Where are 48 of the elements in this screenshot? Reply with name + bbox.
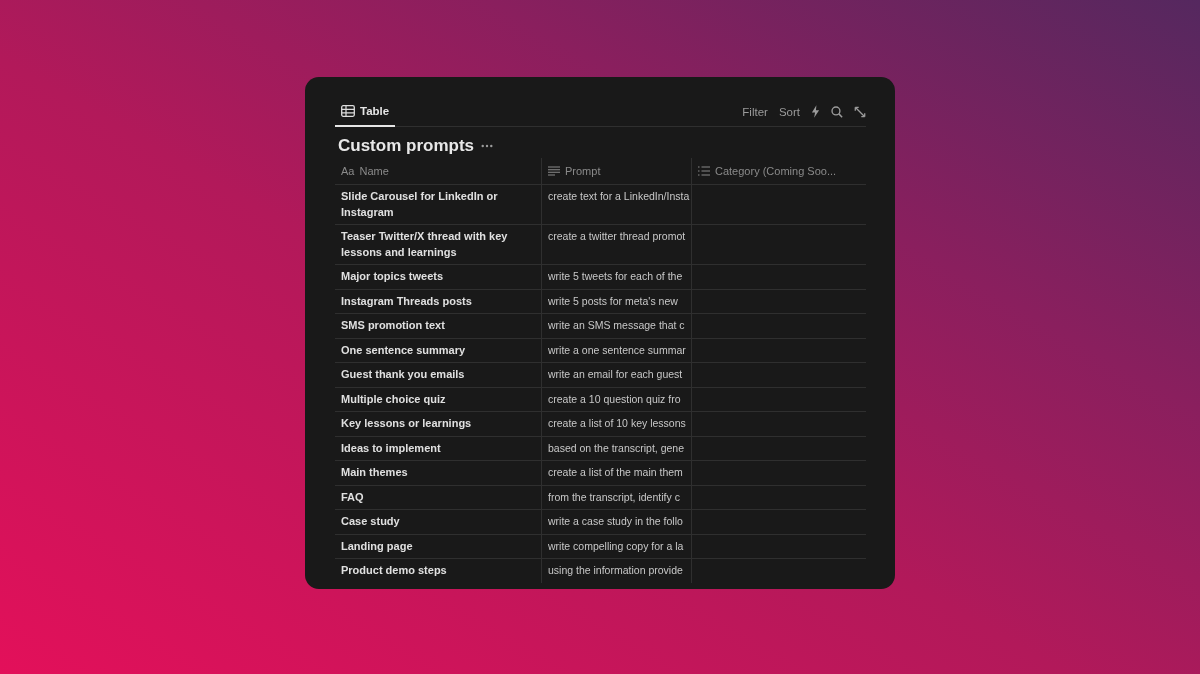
prompt-name[interactable]: Case study: [341, 514, 400, 530]
expand-icon[interactable]: [854, 105, 866, 118]
database-title: Custom prompts: [338, 136, 474, 156]
prompt-name[interactable]: Key lessons or learnings: [341, 416, 472, 432]
sort-button[interactable]: Sort: [778, 105, 800, 118]
search-icon[interactable]: [831, 105, 843, 118]
prompt-name[interactable]: Ideas to implement: [341, 440, 441, 456]
prompt-text: write 5 tweets for each of the: [548, 270, 683, 282]
view-tab[interactable]: Table: [335, 99, 396, 127]
prompt-name[interactable]: Teaser Twitter/X thread with key lessons and learnings: [341, 229, 535, 260]
prompt-name[interactable]: Main themes: [341, 465, 408, 481]
prompt-text: write a one sentence summar: [548, 343, 686, 356]
prompt-name[interactable]: Landing page: [341, 538, 413, 554]
filter-button[interactable]: Filter: [742, 105, 768, 118]
prompt-name[interactable]: SMS promotion text: [341, 318, 445, 334]
prompt-text: create a list of the main them: [548, 466, 683, 478]
table-icon: [341, 105, 355, 117]
title-property-label: Aa: [341, 165, 355, 177]
list-icon: [698, 166, 710, 176]
prompt-text: from the transcript, identify c: [548, 490, 680, 503]
lightning-icon[interactable]: [811, 105, 820, 118]
column-header[interactable]: Prompt: [541, 158, 691, 184]
prompt-text: write a case study in the follo: [548, 515, 683, 527]
prompt-name[interactable]: FAQ: [341, 489, 364, 505]
prompt-text: create a list of 10 key lessons: [548, 417, 686, 429]
column-header[interactable]: Aa Name: [335, 158, 541, 184]
prompt-text: using the information provide: [548, 564, 683, 576]
prompt-name[interactable]: Guest thank you emails: [341, 367, 465, 383]
prompt-text: based on the transcript, gene: [548, 441, 684, 454]
prompt-text: write an SMS message that c: [548, 319, 685, 331]
prompt-name[interactable]: One sentence summary: [341, 342, 466, 358]
prompt-name[interactable]: Multiple choice quiz: [341, 391, 446, 407]
prompt-text: write an email for each guest: [548, 368, 683, 380]
prompt-text: create a twitter thread promot: [548, 230, 686, 242]
prompt-text: write compelling copy for a la: [548, 539, 684, 552]
column-label: Prompt: [565, 165, 601, 177]
text-lines-icon: [548, 166, 560, 176]
prompt-text: create a 10 question quiz fro: [548, 392, 681, 405]
prompt-text: create text for a LinkedIn/Insta: [548, 190, 690, 202]
prompt-text: write 5 posts for meta's new: [548, 294, 678, 307]
more-icon[interactable]: [481, 144, 493, 148]
column-label: Category (Coming Soo...: [715, 165, 837, 177]
prompt-name[interactable]: Major topics tweets: [341, 269, 444, 285]
column-header[interactable]: Category (Coming Soo...: [691, 158, 866, 184]
prompt-name[interactable]: Slide Carousel for LinkedIn or Instagram: [341, 189, 535, 220]
column-label: Name: [359, 165, 389, 177]
prompt-name[interactable]: Product demo steps: [341, 563, 447, 579]
prompt-name[interactable]: Instagram Threads posts: [341, 293, 472, 309]
